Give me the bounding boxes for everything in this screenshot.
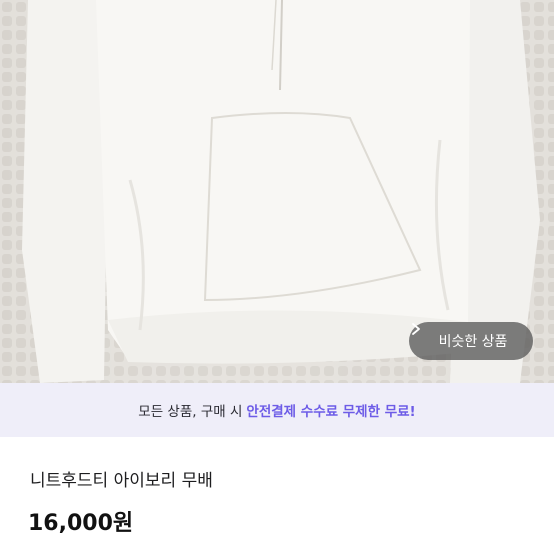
promo-banner[interactable]: 모든 상품, 구매 시 안전결제 수수료 무제한 무료! [0, 383, 554, 437]
promo-prefix: 모든 상품, 구매 시 [138, 404, 243, 420]
similar-items-button[interactable]: 비슷한 상품 [409, 322, 533, 360]
similar-items-label: 비슷한 상품 [438, 334, 508, 350]
promo-highlight: 안전결제 수수료 무제한 무료! [246, 404, 416, 420]
product-price: 16,000원 [28, 511, 134, 536]
product-photo[interactable]: 비슷한 상품 [0, 0, 554, 383]
product-title: 니트후드티 아이보리 무배 [30, 471, 213, 491]
chevron-right-icon [412, 323, 420, 335]
